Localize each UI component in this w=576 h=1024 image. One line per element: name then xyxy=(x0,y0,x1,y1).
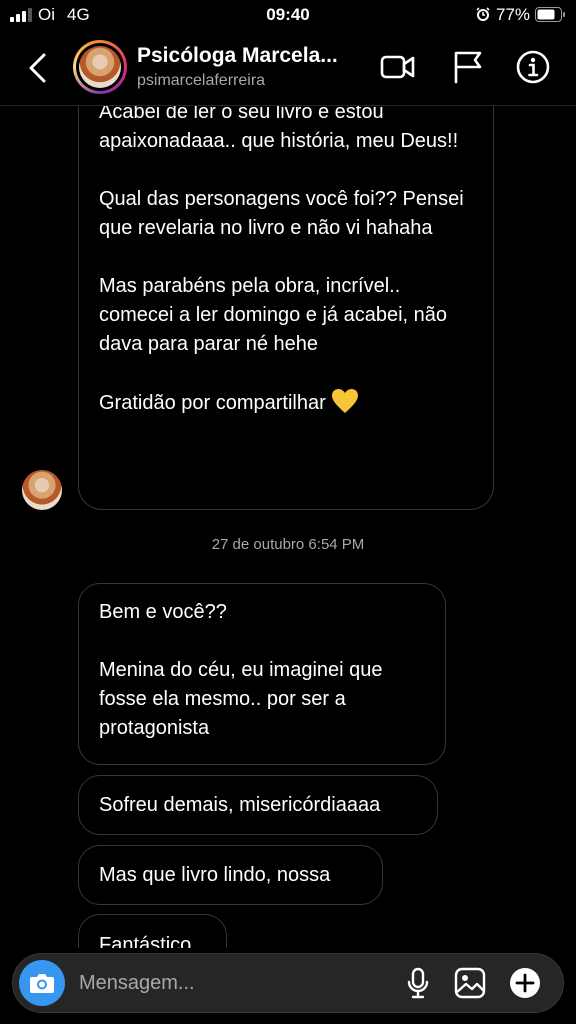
sender-avatar[interactable] xyxy=(22,470,62,510)
message-bubble-received[interactable]: Sofreu demais, misericórdiaaaa xyxy=(78,775,438,835)
yellow-heart-emoji-icon xyxy=(332,389,359,413)
status-bar: Oi 4G 09:40 77% xyxy=(0,0,576,30)
camera-icon xyxy=(30,974,54,993)
contact-name[interactable]: Psicóloga Marcela... xyxy=(137,44,338,68)
message-timestamp: 27 de outubro 6:54 PM xyxy=(211,536,365,553)
message-text: Mas parabéns pela obra, incrível.. comec… xyxy=(99,275,447,355)
alarm-icon xyxy=(476,7,490,21)
message-text: Gratidão por compartilhar xyxy=(99,388,473,418)
message-text: Qual das personagens você foi?? Pensei q… xyxy=(99,188,464,239)
contact-username[interactable]: psimarcelaferreira xyxy=(137,72,265,90)
flag-icon[interactable] xyxy=(450,49,486,85)
back-chevron-icon[interactable] xyxy=(26,52,50,84)
message-text: Acabei de ler o seu livro e estou apaixo… xyxy=(99,101,459,152)
message-composer: Mensagem... xyxy=(12,953,564,1013)
profile-avatar[interactable] xyxy=(73,40,127,94)
message-text: Mas que livro lindo, nossa xyxy=(99,864,331,886)
gallery-image-icon[interactable] xyxy=(453,966,487,1000)
battery-icon xyxy=(535,7,565,22)
microphone-icon[interactable] xyxy=(401,966,435,1000)
info-icon[interactable] xyxy=(515,49,551,85)
message-text-span: Gratidão por compartilhar xyxy=(99,392,326,414)
message-text: Bem e você?? xyxy=(99,601,227,623)
message-bubble-received[interactable]: Bem e você?? Menina do céu, eu imaginei … xyxy=(78,583,446,765)
message-text: Menina do céu, eu imaginei que fosse ela… xyxy=(99,659,383,739)
camera-button[interactable] xyxy=(19,960,65,1006)
avatar-photo xyxy=(79,46,121,88)
battery-percentage: 77% xyxy=(496,5,531,24)
message-bubble-received[interactable]: Acabei de ler o seu livro e estou apaixo… xyxy=(78,40,494,510)
message-input[interactable]: Mensagem... xyxy=(79,972,195,995)
chat-header: Psicóloga Marcela... psimarcelaferreira xyxy=(0,30,576,106)
message-bubble-received[interactable]: Mas que livro lindo, nossa xyxy=(78,845,383,905)
video-call-icon[interactable] xyxy=(380,49,416,85)
message-text: Sofreu demais, misericórdiaaaa xyxy=(99,794,381,816)
add-plus-icon[interactable] xyxy=(508,966,542,1000)
